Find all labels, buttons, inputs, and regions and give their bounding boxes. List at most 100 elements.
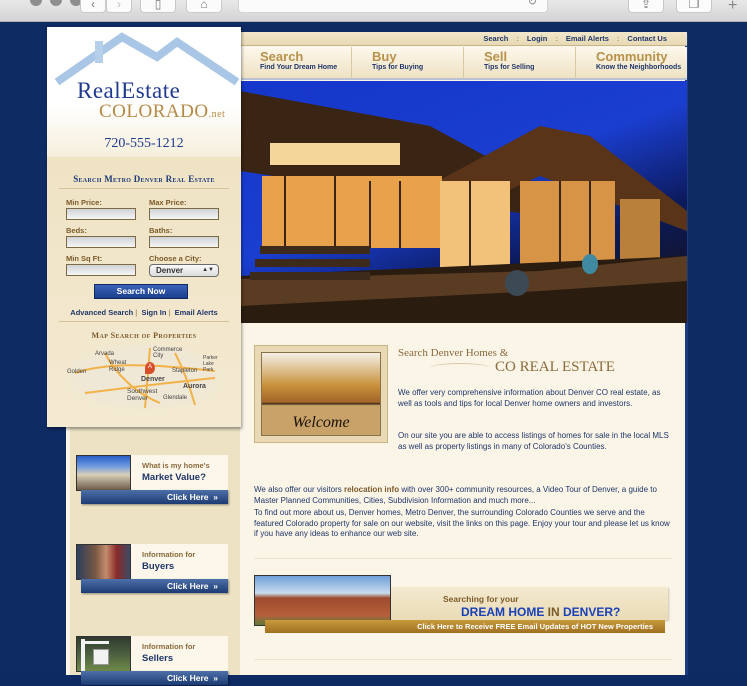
click-here-button[interactable]: Click Here » — [81, 579, 228, 593]
select-arrows-icon: ▲▼ — [202, 267, 214, 273]
fast-forward-icon: » — [210, 581, 218, 591]
divider — [59, 321, 229, 322]
window-close-button[interactable] — [30, 0, 42, 6]
intro-paragraph-3: We also offer our visitors relocation in… — [254, 485, 674, 506]
sidebar-button[interactable]: ▯ — [140, 0, 176, 13]
email-updates-button[interactable]: Click Here to Receive FREE Email Updates… — [265, 620, 665, 633]
min-sqft-label: Min Sq Ft: — [66, 254, 103, 263]
beds-input[interactable] — [66, 236, 136, 248]
tabs-button[interactable]: ❐ — [676, 0, 712, 13]
city-label: Choose a City: — [149, 254, 202, 263]
utility-link-search[interactable]: Search — [483, 34, 508, 43]
denver-map[interactable]: Arvada Commerce City Golden Wheat Ridge … — [65, 343, 223, 411]
intro-heading-large: CO REAL ESTATE — [495, 359, 615, 375]
nav-subtitle: Know the Neighborhoods — [596, 64, 682, 71]
nav-subtitle: Tips for Buying — [372, 64, 424, 71]
promo-card: What is my home's Market Value? — [131, 455, 228, 491]
advanced-search-link[interactable]: Advanced Search — [70, 308, 133, 317]
logo-text-net: .net — [208, 109, 226, 120]
page: Search : Login : Email Alerts : Contact … — [0, 22, 747, 685]
chevron-right-icon: › — [117, 0, 121, 11]
window-minimize-button[interactable] — [50, 0, 62, 6]
baths-input[interactable] — [149, 236, 219, 248]
sign-in-link[interactable]: Sign In — [141, 308, 166, 317]
beds-label: Beds: — [66, 226, 87, 235]
promo-sellers[interactable]: Information for Sellers Click Here » — [76, 636, 228, 686]
click-here-label: Click Here — [166, 492, 209, 502]
new-tab-icon[interactable]: + — [728, 0, 737, 15]
nav-item-community[interactable]: Community Know the Neighborhoods — [576, 47, 687, 78]
nav-subtitle: Find Your Dream Home — [260, 64, 338, 71]
house-illustration — [240, 91, 687, 323]
promo-title: Market Value? — [142, 472, 206, 483]
min-price-input[interactable] — [66, 208, 136, 220]
promo-market-value[interactable]: What is my home's Market Value? Click He… — [76, 455, 228, 505]
phone-number[interactable]: 720-555-1212 — [47, 136, 241, 152]
city-select[interactable]: Denver ▲▼ — [149, 264, 219, 277]
intro-paragraph-1: We offer very comprehensive information … — [398, 388, 661, 408]
min-price-label: Min Price: — [66, 198, 102, 207]
home-button[interactable]: ⌂ — [186, 0, 222, 13]
intro-heading-small: Search Denver Homes & — [398, 347, 509, 359]
share-icon: ⇪ — [640, 0, 652, 11]
map-label-glendale: Glendale — [163, 395, 188, 401]
utility-link-contact-us[interactable]: Contact Us — [627, 34, 667, 43]
address-bar[interactable]: ↻ — [238, 0, 548, 13]
utility-links: Search : Login : Email Alerts : Contact … — [240, 32, 687, 46]
site-logo[interactable]: RealEstate Colorado.net 720-555-1212 — [47, 27, 241, 157]
click-here-button[interactable]: Click Here » — [81, 671, 228, 685]
reload-icon[interactable]: ↻ — [528, 0, 537, 8]
city-select-value: Denver — [156, 266, 184, 275]
nav-title: Buy — [372, 49, 397, 64]
share-button[interactable]: ⇪ — [628, 0, 664, 13]
divider — [59, 188, 229, 189]
nav-item-search[interactable]: Search Find Your Dream Home — [240, 47, 352, 78]
nav-title: Community — [596, 49, 668, 64]
max-price-label: Max Price: — [149, 198, 187, 207]
utility-link-email-alerts[interactable]: Email Alerts — [566, 34, 609, 43]
logo-text-colorado: Colorado.net — [99, 101, 225, 123]
welcome-mat-text: Welcome — [292, 414, 350, 431]
dream-home-card: Searching for your DREAM HOME IN DENVER? — [391, 587, 668, 620]
search-links: Advanced Search | Sign In | Email Alerts — [47, 308, 241, 317]
fast-forward-icon: » — [210, 492, 218, 502]
max-price-input[interactable] — [149, 208, 219, 220]
house-photo — [76, 455, 131, 491]
map-marker-icon[interactable]: A — [145, 362, 155, 374]
sidebar-icon: ▯ — [154, 0, 162, 11]
map-label-aurora: Aurora — [183, 383, 206, 390]
map-label-wheat-ridge: Wheat Ridge — [109, 360, 127, 373]
nav-subtitle: Tips for Selling — [484, 64, 535, 71]
dream-home-banner[interactable]: Searching for your DREAM HOME IN DENVER?… — [254, 575, 668, 635]
utility-link-login[interactable]: Login — [527, 34, 547, 43]
nav-item-buy[interactable]: Buy Tips for Buying — [352, 47, 464, 78]
promo-subtitle: What is my home's — [142, 461, 210, 470]
promo-card: Information for Buyers — [131, 544, 228, 580]
welcome-mat-photo: Welcome — [254, 345, 388, 443]
nav-item-sell[interactable]: Sell Tips for Selling — [464, 47, 576, 78]
separator: : — [555, 34, 558, 43]
promo-subtitle: Information for — [142, 642, 196, 651]
swirl-ornament-icon — [430, 363, 490, 373]
back-button[interactable]: ‹ — [80, 0, 106, 13]
email-alerts-link[interactable]: Email Alerts — [175, 308, 218, 317]
main-nav: Search Find Your Dream Home Buy Tips for… — [240, 47, 687, 80]
divider — [254, 659, 672, 660]
dream-title: DREAM HOME IN DENVER? — [461, 605, 620, 619]
min-sqft-input[interactable] — [66, 264, 136, 276]
search-now-button[interactable]: Search Now — [94, 284, 188, 299]
click-here-button[interactable]: Click Here » — [81, 490, 228, 504]
tabs-icon: ❐ — [688, 0, 700, 11]
dream-title-part: DREAM HOME — [461, 605, 548, 619]
relocation-info-link[interactable]: relocation info — [344, 485, 399, 494]
baths-label: Baths: — [149, 226, 173, 235]
separator: : — [516, 34, 519, 43]
brick-house-photo — [254, 575, 391, 626]
dream-title-part: DENVER? — [559, 605, 621, 619]
separator: | — [135, 308, 138, 317]
dream-title-part: IN — [547, 605, 560, 619]
chevron-left-icon: ‹ — [91, 0, 95, 11]
forward-button[interactable]: › — [106, 0, 132, 13]
hero-house-photo — [240, 81, 687, 323]
promo-buyers[interactable]: Information for Buyers Click Here » — [76, 544, 228, 594]
